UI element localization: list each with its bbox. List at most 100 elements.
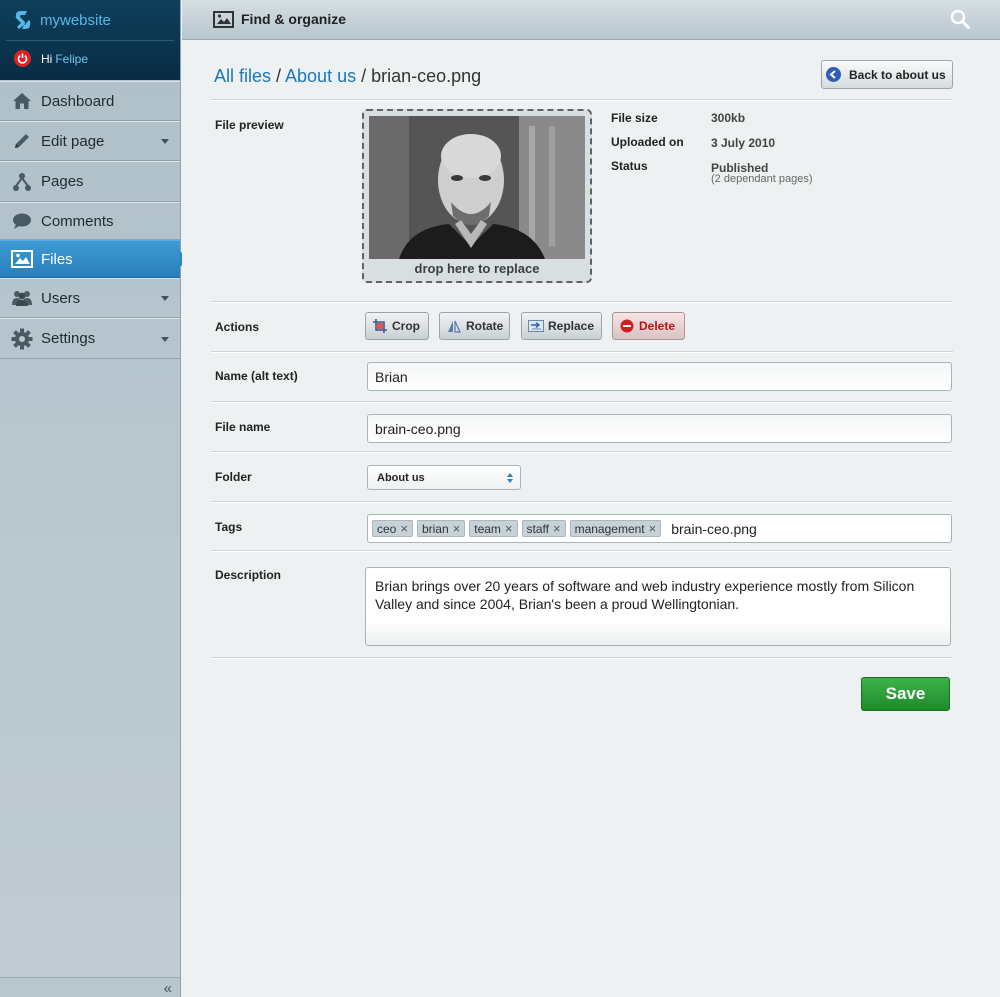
topbar: Find & organize — [182, 0, 1000, 40]
replace-button[interactable]: Replace — [521, 312, 602, 340]
main-content: All files / About us / brian-ceo.png Bac… — [182, 40, 1000, 997]
crop-button[interactable]: Crop — [365, 312, 429, 340]
user-greeting: Hi Felipe — [14, 50, 88, 67]
description-value: Brian brings over 20 years of software a… — [375, 578, 915, 612]
file-dropzone[interactable]: drop here to replace — [362, 109, 592, 283]
image-icon — [11, 249, 33, 269]
divider — [211, 401, 953, 403]
speech-bubble-icon — [11, 211, 33, 231]
arrow-left-icon — [826, 67, 841, 82]
image-icon — [213, 11, 234, 28]
file-size-label: File size — [611, 111, 658, 125]
chevron-down-icon — [161, 296, 169, 301]
folder-label: Folder — [215, 470, 252, 484]
description-label: Description — [215, 568, 282, 582]
divider — [211, 550, 953, 552]
crop-icon — [372, 319, 388, 333]
tag-chip: brian × — [416, 520, 466, 537]
replace-label: Replace — [548, 319, 595, 333]
actions-label: Actions — [215, 320, 260, 334]
status-dependant-pages[interactable]: (2 dependant pages) — [711, 173, 813, 185]
tag-chip: staff × — [521, 520, 566, 537]
pencil-icon — [11, 131, 33, 151]
delete-label: Delete — [639, 319, 676, 333]
divider — [211, 501, 953, 503]
divider — [211, 451, 953, 453]
sidebar-item-dashboard[interactable]: Dashboard — [0, 81, 180, 121]
file-name-input[interactable]: brain-ceo.png — [367, 414, 952, 443]
tag-label: brian — [421, 521, 449, 536]
breadcrumb-separator: / — [271, 66, 286, 86]
gear-icon — [11, 328, 33, 349]
sidebar-item-label: Edit page — [41, 132, 105, 150]
breadcrumb: All files / About us / brian-ceo.png — [214, 66, 481, 87]
username-link[interactable]: Felipe — [55, 52, 88, 66]
delete-button[interactable]: Delete — [612, 312, 685, 340]
search-icon[interactable] — [950, 9, 970, 29]
sidebar-item-users[interactable]: Users — [0, 278, 180, 318]
breadcrumb-about-us[interactable]: About us — [285, 66, 356, 86]
rotate-button[interactable]: Rotate — [439, 312, 510, 340]
name-alt-text-input[interactable]: Brian — [367, 362, 952, 391]
chevron-down-icon — [161, 139, 169, 144]
replace-icon — [528, 319, 544, 333]
power-icon[interactable] — [14, 50, 31, 67]
sitemap-icon — [11, 172, 33, 192]
site-name: mywebsite — [40, 11, 111, 29]
tag-label: management — [574, 521, 645, 536]
divider — [211, 99, 953, 101]
sidebar-item-label: Settings — [41, 330, 96, 347]
tags-label: Tags — [215, 520, 243, 534]
greeting-text: Hi — [41, 51, 53, 66]
save-label: Save — [885, 684, 926, 703]
description-textarea[interactable]: Brian brings over 20 years of software a… — [365, 567, 951, 646]
divider — [211, 657, 953, 659]
delete-icon — [619, 319, 635, 333]
rotate-icon — [446, 319, 462, 333]
back-button-label: Back to about us — [849, 67, 946, 82]
sidebar-item-settings[interactable]: Settings — [0, 318, 180, 359]
tag-entry-text[interactable]: brain-ceo.png — [671, 521, 757, 537]
tag-chip: ceo × — [372, 520, 413, 537]
remove-tag-icon[interactable]: × — [453, 522, 461, 535]
breadcrumb-all-files[interactable]: All files — [214, 66, 271, 86]
sidebar-item-label: Dashboard — [41, 92, 115, 110]
home-icon — [11, 91, 33, 111]
file-name-label: File name — [215, 420, 271, 434]
brand-link[interactable]: mywebsite — [12, 9, 111, 31]
sidebar-item-label: Pages — [41, 173, 84, 190]
file-size-value: 300kb — [711, 111, 746, 125]
sidebar-item-label: Files — [41, 250, 73, 268]
breadcrumb-separator: / — [356, 66, 372, 86]
chevron-down-icon — [161, 336, 169, 342]
save-button[interactable]: Save — [861, 677, 950, 711]
brand-header: mywebsite Hi Felipe — [0, 0, 180, 80]
drop-to-replace-hint: drop here to replace — [414, 261, 540, 276]
remove-tag-icon[interactable]: × — [400, 522, 408, 535]
sidebar-item-files[interactable]: Files — [0, 240, 188, 278]
remove-tag-icon[interactable]: × — [649, 522, 657, 535]
crop-label: Crop — [392, 319, 420, 333]
sidebar-item-edit-page[interactable]: Edit page — [0, 121, 180, 161]
folder-selected-value: About us — [377, 471, 425, 484]
remove-tag-icon[interactable]: × — [505, 522, 513, 535]
uploaded-on-label: Uploaded on — [611, 135, 684, 149]
divider — [6, 40, 174, 41]
back-to-about-us-button[interactable]: Back to about us — [821, 60, 953, 89]
collapse-sidebar-icon[interactable]: « — [164, 980, 172, 997]
sidebar-item-pages[interactable]: Pages — [0, 161, 180, 202]
tag-chip: team × — [469, 520, 518, 537]
sidebar-collapse-bar[interactable]: « — [0, 977, 180, 997]
tag-label: staff — [526, 521, 549, 536]
uploaded-on-value: 3 July 2010 — [711, 136, 776, 150]
divider — [211, 301, 953, 303]
rotate-label: Rotate — [466, 319, 504, 333]
topbar-title: Find & organize — [241, 11, 346, 27]
sidebar-item-comments[interactable]: Comments — [0, 202, 180, 240]
remove-tag-icon[interactable]: × — [553, 522, 561, 535]
logo-icon — [15, 11, 31, 29]
tags-input[interactable]: ceo × brian × team × staff × management × bra… — [367, 514, 952, 543]
tag-chip: management × — [569, 520, 662, 537]
folder-select[interactable]: About us — [367, 465, 521, 490]
file-name-value: brain-ceo.png — [375, 420, 461, 437]
